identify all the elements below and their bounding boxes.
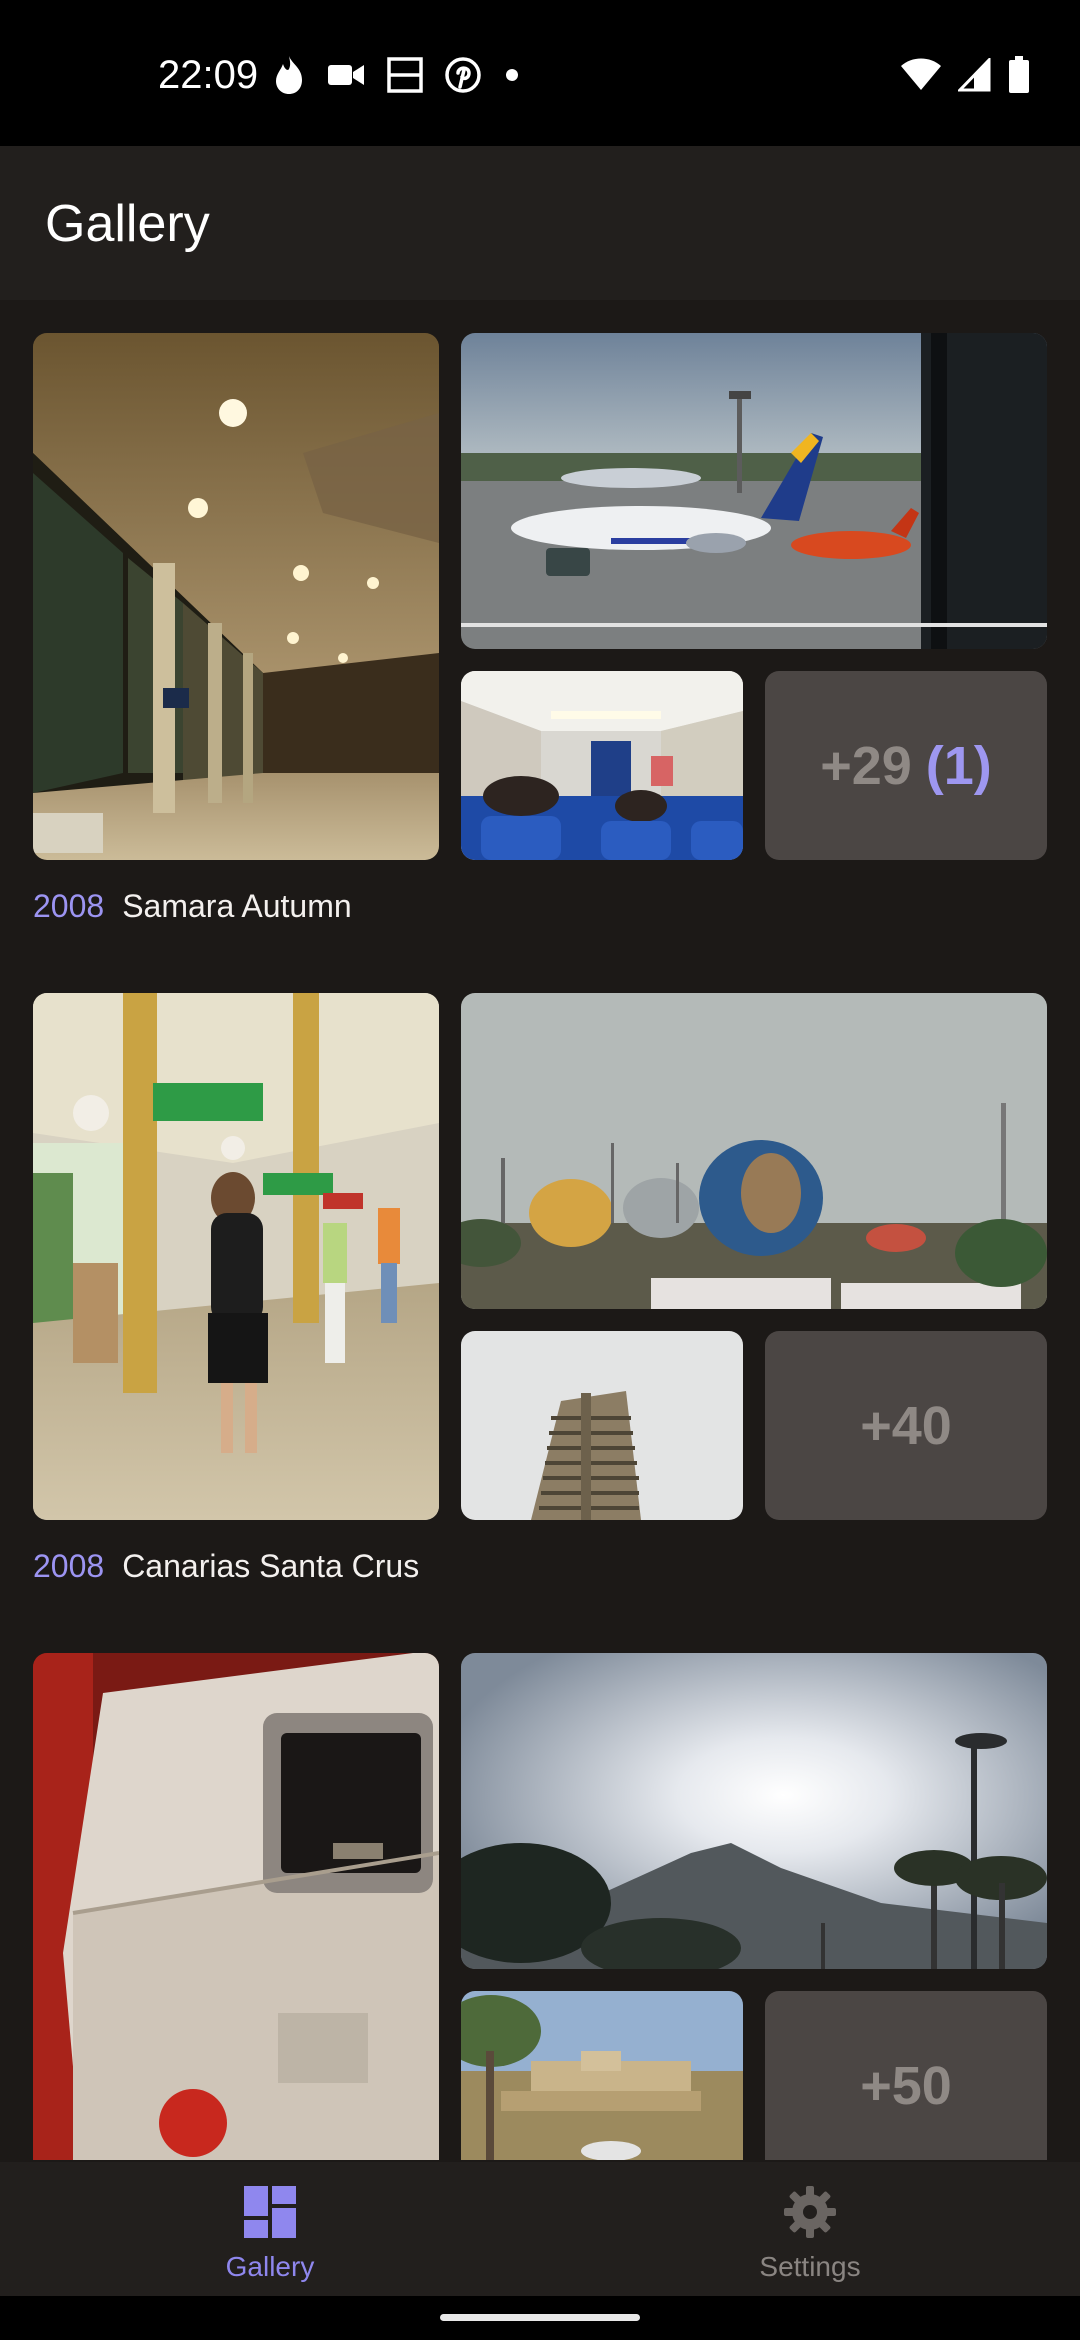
bottom-navigation: Gallery Settings (0, 2162, 1080, 2296)
fire-icon (276, 56, 302, 94)
status-bar: 22:09 (0, 0, 1080, 146)
cell-signal-icon (958, 58, 991, 92)
sunset-palms-image (461, 1653, 1047, 1969)
airport-apron-image (461, 333, 1047, 649)
album-card[interactable]: +29 (1) 2008 Samara Autumn (0, 300, 1080, 960)
home-indicator[interactable] (440, 2314, 640, 2321)
video-camera-icon (328, 65, 364, 85)
album-list[interactable]: +29 (1) 2008 Samara Autumn +40 2008 Cana… (0, 300, 1080, 2160)
album-photo[interactable] (461, 1653, 1047, 1969)
wifi-icon (901, 58, 941, 90)
album-card[interactable]: +40 2008 Canarias Santa Crus (0, 960, 1080, 1620)
album-title: Samara Autumn (122, 888, 352, 924)
gear-icon (784, 2186, 836, 2238)
dashboard-icon (244, 2186, 296, 2238)
album-cover-photo[interactable] (33, 333, 439, 860)
theme-park-domes-image (461, 993, 1047, 1309)
battery-icon (1009, 56, 1029, 93)
system-status-icons (900, 52, 1030, 98)
more-count: +29 (820, 735, 912, 796)
notification-icons (272, 52, 522, 98)
album-cover-photo[interactable] (33, 1653, 439, 2160)
airplane-cabin-image (461, 671, 743, 860)
album-caption: 2008 Canarias Santa Crus (33, 1546, 419, 1586)
album-caption: 2008 Samara Autumn (33, 886, 352, 926)
bus-station-image (33, 993, 439, 1520)
album-cover-photo[interactable] (33, 993, 439, 1520)
album-photo[interactable] (461, 993, 1047, 1309)
more-photos-button[interactable]: +50 (765, 1991, 1047, 2160)
album-year: 2008 (33, 1548, 105, 1584)
page-title: Gallery (45, 195, 210, 253)
album-title: Canarias Santa Crus (122, 1548, 420, 1584)
nav-item-settings[interactable]: Settings (540, 2162, 1080, 2296)
pinterest-icon (445, 57, 481, 93)
album-photo[interactable] (461, 1991, 743, 2160)
nav-label-settings: Settings (759, 2251, 861, 2282)
more-photos-button[interactable]: +29 (1) (765, 671, 1047, 860)
more-count: +50 (860, 2055, 952, 2116)
album-photo[interactable] (461, 333, 1047, 649)
album-photo[interactable] (461, 1331, 743, 1520)
album-photo[interactable] (461, 671, 743, 860)
hillside-town-image (461, 1991, 743, 2160)
status-time: 22:09 (158, 53, 259, 97)
gesture-bar (0, 2296, 1080, 2340)
dot-icon (506, 69, 518, 81)
album-year: 2008 (33, 888, 105, 924)
album-card[interactable]: +50 (0, 1620, 1080, 2160)
apartment-tower-image (461, 1331, 743, 1520)
app-bar: Gallery (0, 146, 1080, 300)
screen-split-icon (387, 57, 423, 93)
airplane-seat-screen-image (33, 1653, 439, 2160)
nav-label-gallery: Gallery (225, 2251, 315, 2282)
more-count: +40 (860, 1395, 952, 1456)
gallery-screen: 22:09 Gallery +29 (1) 2008 Samara Autumn… (0, 0, 1080, 2340)
selected-count: (1) (925, 735, 992, 796)
nav-item-gallery[interactable]: Gallery (0, 2162, 540, 2296)
terminal-hall-image (33, 333, 439, 860)
more-photos-button[interactable]: +40 (765, 1331, 1047, 1520)
